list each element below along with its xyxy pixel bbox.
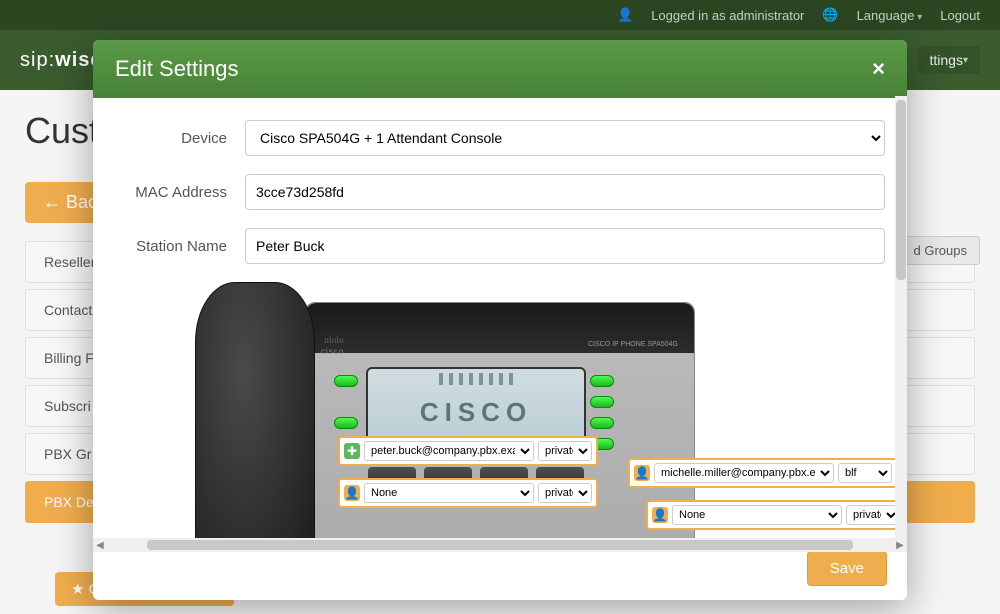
linekey-1-mode-select[interactable]: private: [538, 441, 592, 461]
person-icon: 👤: [344, 485, 360, 501]
person-icon: 👤: [634, 465, 650, 481]
linekey-4-mode-select[interactable]: private: [846, 505, 900, 525]
hscroll-thumb[interactable]: [147, 540, 853, 550]
vertical-scrollbar[interactable]: [895, 96, 907, 538]
save-button[interactable]: Save: [807, 551, 887, 586]
device-label: Device: [115, 130, 245, 147]
plus-icon: ✚: [344, 443, 360, 459]
phone-model-label: CISCO IP PHONE SPA504G: [588, 341, 678, 349]
logged-in-text: Logged in as administrator: [651, 8, 804, 23]
scroll-right-icon[interactable]: ▶: [893, 540, 907, 551]
linekey-3-mode-select[interactable]: blf: [838, 463, 892, 483]
close-icon[interactable]: ×: [872, 56, 885, 82]
screen-signal-icon: [368, 373, 584, 385]
top-bar: 👤 Logged in as administrator 🌐 Language …: [0, 0, 1000, 30]
logo: sip:wise: [20, 49, 103, 72]
mac-label: MAC Address: [115, 184, 245, 201]
line-led-left-2[interactable]: [334, 417, 358, 429]
screen-brand-text: CISCO: [420, 397, 532, 428]
modal-title: Edit Settings: [115, 56, 239, 82]
linekey-4-subscriber-select[interactable]: None: [672, 505, 842, 525]
line-led-right-1[interactable]: [590, 375, 614, 387]
user-icon: 👤: [617, 7, 633, 23]
modal-body: Device Cisco SPA504G + 1 Attendant Conso…: [93, 98, 907, 539]
linekey-2-popout: 👤 None private: [338, 478, 598, 508]
handset: [185, 282, 325, 539]
horizontal-scrollbar[interactable]: ◀ ▶: [93, 538, 907, 552]
field-device: Device Cisco SPA504G + 1 Attendant Conso…: [115, 120, 885, 156]
modal-header: Edit Settings ×: [93, 40, 907, 98]
person-icon: 👤: [652, 507, 668, 523]
cisco-bars-icon: ıılıılıı: [324, 335, 344, 345]
vscroll-thumb[interactable]: [896, 100, 906, 280]
linekey-1-subscriber-select[interactable]: peter.buck@company.pbx.examp: [364, 441, 534, 461]
line-led-right-3[interactable]: [590, 417, 614, 429]
field-station: Station Name: [115, 228, 885, 264]
linekey-2-mode-select[interactable]: private: [538, 483, 592, 503]
field-mac: MAC Address: [115, 174, 885, 210]
linekey-3-subscriber-select[interactable]: michelle.miller@company.pbx.ex: [654, 463, 834, 483]
device-select[interactable]: Cisco SPA504G + 1 Attendant Console: [245, 120, 885, 156]
star-icon: ★: [71, 580, 89, 598]
linekey-1-popout: ✚ peter.buck@company.pbx.examp private: [338, 436, 598, 466]
language-menu[interactable]: Language: [857, 8, 923, 23]
station-label: Station Name: [115, 238, 245, 255]
settings-menu[interactable]: ttings: [918, 46, 981, 74]
globe-icon: 🌐: [822, 7, 838, 23]
line-led-right-2[interactable]: [590, 396, 614, 408]
handset-body: [195, 282, 315, 539]
linekey-4-popout: 👤 None private: [646, 500, 906, 530]
linekey-3-popout: 👤 michelle.miller@company.pbx.ex blf: [628, 458, 898, 488]
station-input[interactable]: [245, 228, 885, 264]
edit-settings-modal: Edit Settings × Device Cisco SPA504G + 1…: [93, 40, 907, 600]
mac-input[interactable]: [245, 174, 885, 210]
scroll-left-icon[interactable]: ◀: [93, 540, 107, 551]
arrow-left-icon: ←: [43, 192, 66, 213]
right-pill[interactable]: d Groups: [901, 242, 980, 258]
line-led-left-1[interactable]: [334, 375, 358, 387]
linekey-2-subscriber-select[interactable]: None: [364, 483, 534, 503]
logout-link[interactable]: Logout: [940, 8, 980, 23]
